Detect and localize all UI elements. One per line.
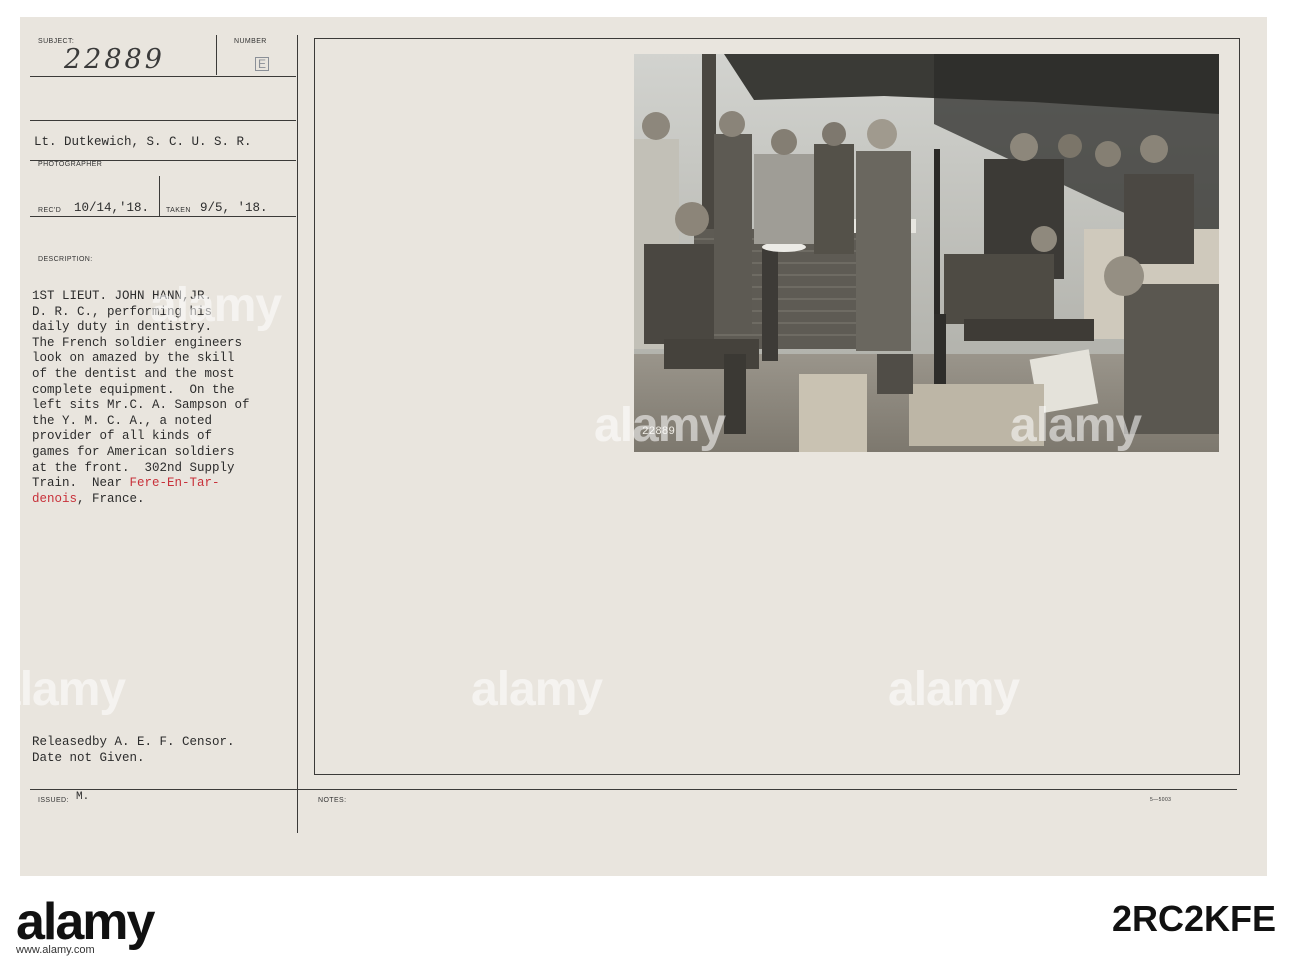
description-line: at the front. 302nd Supply — [32, 460, 235, 475]
watermark-left-top: alamy — [150, 279, 282, 332]
place-name: Fere-En-Tar- — [129, 476, 220, 491]
photographer-top-rule — [30, 120, 296, 121]
footer-url[interactable]: www.alamy.com — [16, 944, 95, 956]
subject-rule — [30, 76, 296, 77]
watermark-center-bottom: alamy — [471, 663, 603, 716]
watermark-right-bottom: alamy — [888, 663, 1020, 716]
recd-date: 10/14,'18. — [74, 201, 150, 215]
notes-rule — [30, 789, 1237, 790]
taken-label: TAKEN — [166, 207, 191, 214]
subject-number: 22889 — [64, 44, 165, 75]
recd-rule — [30, 216, 296, 217]
recd-label: REC'D — [38, 207, 62, 214]
description-line: The French soldier engineers — [32, 335, 243, 350]
description-line: of the dentist and the most — [32, 366, 235, 381]
photographer-label: PHOTOGRAPHER — [38, 161, 103, 168]
description-line: left sits Mr.C. A. Sampson of — [32, 398, 250, 413]
metal-bucket — [877, 354, 913, 394]
description-line: look on amazed by the skill — [32, 351, 235, 366]
wooden-stool — [799, 374, 867, 452]
stove-pipe — [762, 249, 778, 361]
number-letter: E — [255, 57, 270, 71]
watermark-left-bottom: alamy — [0, 663, 126, 716]
number-label: NUMBER — [234, 38, 267, 45]
description-line: the Y. M. C. A., a noted — [32, 413, 213, 428]
image-id: 2RC2KFE — [1111, 898, 1276, 939]
description-line: provider of all kinds of — [32, 429, 213, 444]
place-suffix: , France. — [77, 491, 145, 506]
description-line: Train. Near — [32, 476, 130, 491]
photo-scene — [634, 54, 1219, 452]
issued-label: ISSUED: — [38, 797, 69, 804]
description-label: DESCRIPTION: — [38, 256, 93, 263]
place-name-cont: denois — [32, 491, 78, 506]
watermark-right-top: alamy — [1010, 399, 1142, 452]
alamy-logo[interactable]: alamy — [16, 892, 155, 952]
notes-label: NOTES: — [318, 797, 347, 804]
watermark-center-top: alamy — [594, 399, 726, 452]
description-line: complete equipment. On the — [32, 382, 235, 397]
stock-footer: alamy 2RC2KFE www.alamy.com — [0, 876, 1300, 966]
dentistry-photograph: 22889 — [634, 54, 1219, 452]
photographer-name: Lt. Dutkewich, S. C. U. S. R. — [34, 135, 252, 149]
subject-number-divider — [216, 35, 217, 75]
description-line: games for American soldiers — [32, 444, 235, 459]
released-line-2: Date not Given. — [32, 751, 145, 765]
recd-taken-divider — [159, 176, 160, 216]
released-line-1: Releasedby A. E. F. Censor. — [32, 735, 235, 749]
issued-value: M. — [76, 791, 90, 803]
form-code: 5—5003 — [1150, 797, 1172, 803]
taken-date: 9/5, '18. — [200, 201, 268, 215]
